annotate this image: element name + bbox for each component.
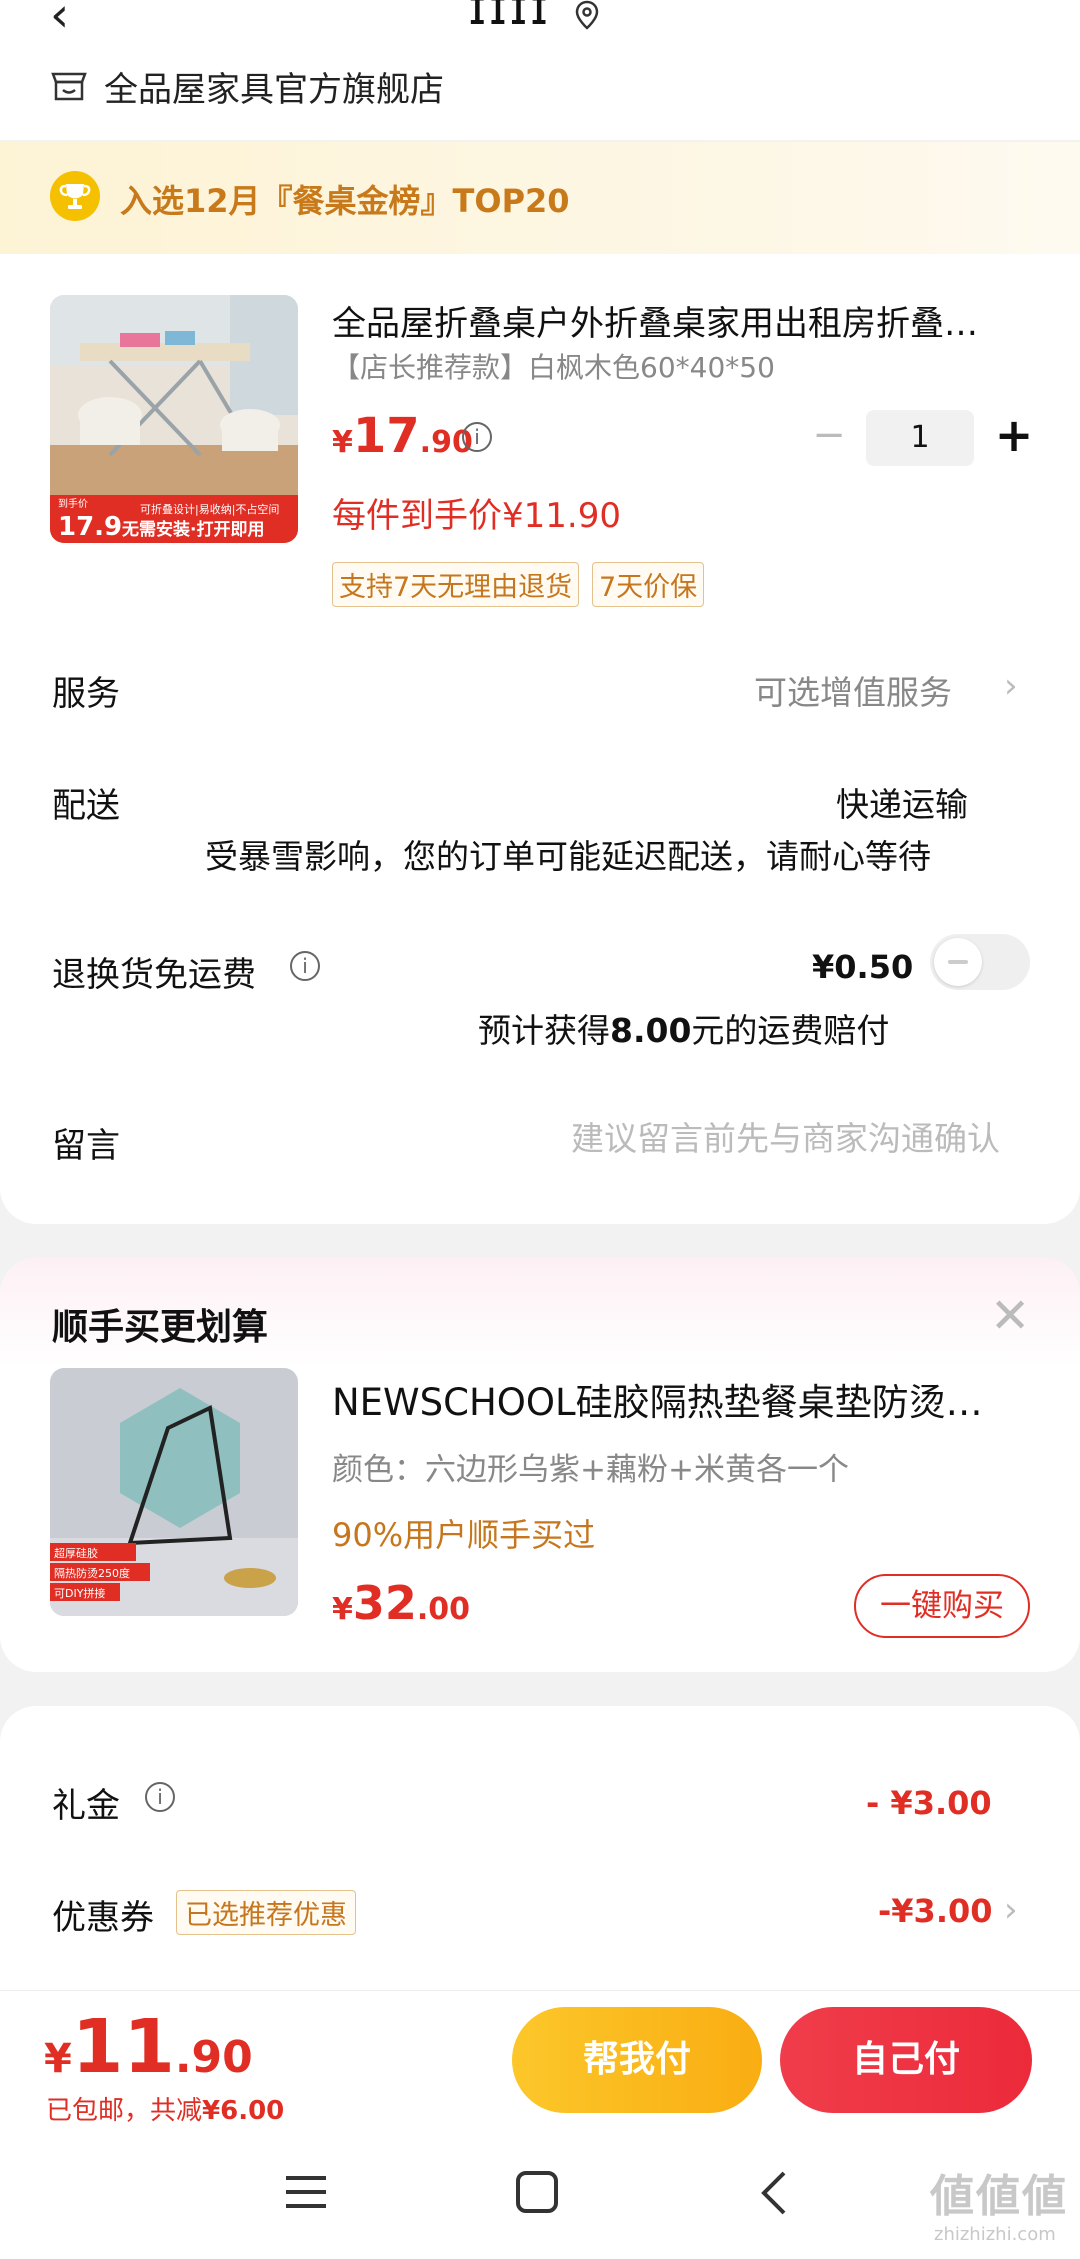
return-shipping-note: 预计获得8.00元的运费赔付 — [478, 1004, 889, 1052]
addon-img-text-3: 可DIY拼接 — [54, 1586, 105, 1600]
toggle-knob — [934, 938, 982, 986]
return-policy-tag: 支持7天无理由退货 — [332, 562, 580, 607]
product-title[interactable]: 全品屋折叠桌户外折叠桌家用出租房折叠… — [332, 296, 1022, 345]
price-currency: ¥ — [332, 425, 353, 460]
info-icon[interactable]: i — [290, 951, 320, 981]
plus-icon[interactable]: + — [994, 412, 1034, 458]
price-integer: 11 — [71, 2004, 175, 2090]
addon-product-name[interactable]: NEWSCHOOL硅胶隔热垫餐桌垫防烫… — [332, 1372, 1022, 1426]
minus-icon[interactable]: − — [812, 415, 846, 455]
message-input[interactable] — [530, 1116, 1000, 1160]
help-pay-button[interactable]: 帮我付 — [512, 2007, 762, 2113]
menu-icon[interactable] — [286, 2174, 326, 2210]
coupon-label: 优惠券 — [52, 1898, 154, 1938]
note-amount: ¥6.00 — [202, 2096, 285, 2126]
delivery-note: 受暴雪影响，您的订单可能延迟配送，请耐心等待 — [205, 837, 931, 876]
addon-price: ¥32.00 — [332, 1576, 470, 1630]
price-decimal: .90 — [174, 2032, 253, 2083]
store-icon — [51, 72, 87, 101]
coupon-tag: 已选推荐优惠 — [176, 1890, 356, 1935]
price-protect-tag: 7天价保 — [592, 562, 705, 607]
rank-text: 入选12月『餐桌金榜』TOP20 — [120, 182, 570, 220]
quantity-value[interactable]: 1 — [866, 410, 974, 466]
image-slogan: 无需安装·打开即用 — [121, 519, 264, 540]
delivery-value: 快递运输 — [836, 785, 968, 824]
service-label: 服务 — [52, 674, 120, 714]
info-icon[interactable]: i — [462, 422, 492, 452]
return-shipping-label: 退换货免运费 — [52, 955, 256, 995]
product-image[interactable]: 17.9 到手价 可折叠设计|易收纳|不占空间 无需安装·打开即用 — [50, 295, 298, 543]
info-icon[interactable]: i — [145, 1782, 175, 1812]
discount-card — [0, 1706, 1080, 2006]
gift-label: 礼金 — [52, 1786, 120, 1826]
return-shipping-price: ¥0.50 — [812, 948, 914, 986]
addon-title: 顺手买更划算 — [52, 1307, 269, 1348]
message-label: 留言 — [52, 1126, 120, 1166]
price-decimal: .00 — [416, 1592, 471, 1627]
note-amount: 8.00 — [610, 1011, 692, 1050]
price-currency: ¥ — [44, 2036, 72, 2082]
watermark-url: zhizhizhi.com — [934, 2224, 1056, 2245]
watermark-logo: 値値値 — [930, 2171, 1068, 2222]
return-shipping-toggle[interactable] — [930, 934, 1030, 990]
chevron-right-icon[interactable]: › — [1004, 1890, 1018, 1930]
back-arrow-icon[interactable]: ‹ — [50, 0, 90, 40]
addon-img-text-1: 超厚硅胶 — [54, 1546, 98, 1560]
addon-image[interactable]: 超厚硅胶 隔热防烫250度 可DIY拼接 — [50, 1368, 298, 1616]
note-prefix: 已包邮，共减 — [46, 2096, 203, 2126]
delivery-label: 配送 — [52, 786, 120, 826]
per-item-price: 每件到手价¥11.90 — [332, 496, 621, 536]
store-name[interactable]: 全品屋家具官方旗舰店 — [104, 62, 444, 111]
total-note: 已包邮，共减¥6.00 — [46, 2090, 284, 2127]
addon-bought-stat: 90%用户顺手买过 — [332, 1516, 596, 1554]
page-title: ɪɪɪɪ — [468, 0, 551, 36]
price-integer: 32 — [352, 1576, 417, 1630]
note-prefix: 预计获得 — [478, 1011, 610, 1050]
image-subtext: 可折叠设计|易收纳|不占空间 — [140, 502, 279, 516]
badge-small: 到手价 — [58, 497, 88, 510]
trophy-icon — [50, 171, 100, 221]
coupon-value[interactable]: -¥3.00 — [878, 1892, 993, 1930]
product-spec[interactable]: 【店长推荐款】白枫木色60*40*50 — [332, 346, 775, 386]
total-price: ¥11.90 — [44, 2004, 253, 2090]
back-icon[interactable] — [756, 2170, 792, 2216]
price-currency: ¥ — [332, 1592, 353, 1627]
addon-img-text-2: 隔热防烫250度 — [54, 1566, 130, 1580]
badge-price: 17.9 — [58, 512, 122, 542]
product-price: ¥17.90 — [332, 408, 473, 464]
chevron-right-icon[interactable]: › — [1004, 666, 1018, 706]
home-icon[interactable] — [516, 2171, 558, 2213]
one-click-buy-button[interactable]: 一键购买 — [854, 1574, 1030, 1638]
gift-value: - ¥3.00 — [866, 1784, 992, 1822]
price-integer: 17 — [352, 408, 420, 464]
self-pay-button[interactable]: 自己付 — [780, 2007, 1032, 2113]
note-suffix: 元的运费赔付 — [691, 1011, 890, 1050]
location-pin-icon[interactable] — [572, 0, 602, 30]
addon-color: 颜色：六边形乌紫+藕粉+米黄各一个 — [332, 1452, 849, 1488]
service-value[interactable]: 可选增值服务 — [754, 666, 952, 714]
close-icon[interactable]: ✕ — [990, 1292, 1030, 1340]
